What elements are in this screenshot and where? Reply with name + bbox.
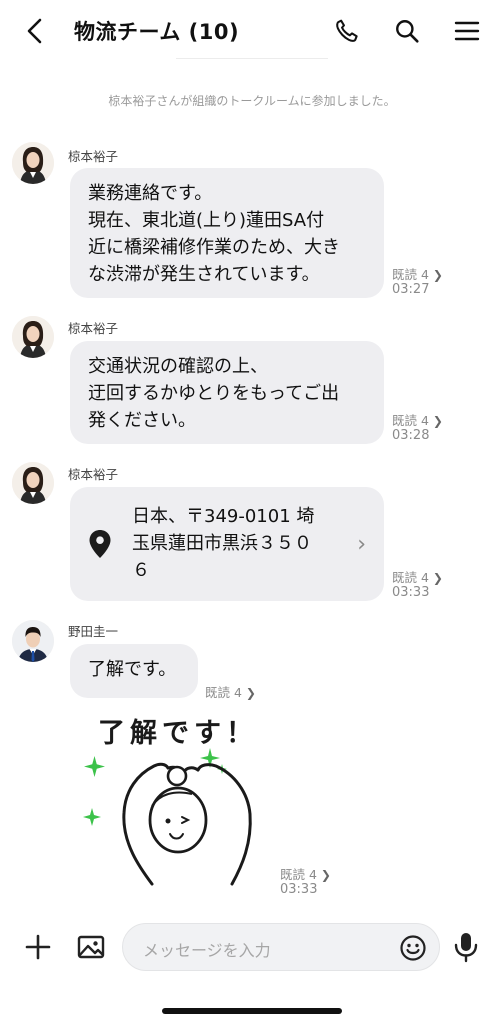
message-input[interactable]: メッセージを入力 (122, 923, 440, 971)
sender-name: 椋本裕子 (68, 149, 119, 164)
read-receipt[interactable]: 既読 4 ❯ (392, 567, 443, 586)
add-button[interactable] (22, 931, 54, 963)
message-line: 業務連絡です。 (88, 183, 213, 204)
back-button[interactable] (18, 14, 52, 48)
message-input-bar: メッセージを入力 (0, 918, 504, 978)
chevron-right-icon: ❯ (432, 571, 443, 585)
message-time: 03:33 (392, 585, 430, 600)
message-line: 迂回するかゆとりをもってご出 (88, 383, 340, 404)
read-receipt[interactable]: 既読 4 ❯ (205, 682, 256, 701)
sender-name: 椋本裕子 (68, 467, 119, 482)
emoji-icon[interactable] (399, 934, 427, 962)
chat-header: 物流チーム (10) (0, 0, 504, 62)
message-line: な渋滞が発生されています。 (88, 264, 320, 285)
message-line: 了解です。 (88, 659, 177, 680)
message-line: 発ください。 (88, 410, 196, 431)
sender-name: 野田圭一 (68, 624, 119, 639)
avatar[interactable] (12, 316, 54, 358)
chevron-right-icon: ❯ (432, 268, 443, 282)
sender-name: 椋本裕子 (68, 321, 119, 336)
message-time: 03:28 (392, 428, 430, 443)
read-receipt[interactable]: 既読 4 ❯ (392, 410, 443, 429)
search-icon (396, 20, 419, 43)
avatar[interactable] (12, 142, 54, 184)
avatar[interactable] (12, 462, 54, 504)
menu-button[interactable] (448, 12, 486, 50)
avatar[interactable] (12, 620, 54, 662)
plus-icon (25, 934, 51, 960)
home-indicator (162, 1008, 342, 1014)
message-bubble[interactable]: 了解です。 (70, 644, 198, 698)
chevron-left-icon (27, 18, 42, 44)
message-bubble[interactable]: 業務連絡です。 現在、東北道(上り)蓮田SA付 近に橋梁補修作業のため、大き な… (70, 168, 384, 298)
map-pin-icon (89, 530, 111, 558)
microphone-icon (454, 933, 478, 963)
message-time: 03:33 (280, 882, 318, 897)
call-button[interactable] (328, 12, 366, 50)
message-line: 近に橋梁補修作業のため、大き (88, 237, 340, 258)
read-receipt[interactable]: 既読 4 ❯ (392, 264, 443, 283)
read-receipt[interactable]: 既読 4 ❯ (280, 864, 331, 883)
address-line: ６ (132, 560, 150, 581)
address-line: 日本、〒349-0101 埼 (132, 506, 315, 527)
message-line: 交通状況の確認の上、 (88, 356, 268, 377)
message-line: 現在、東北道(上り)蓮田SA付 (88, 210, 325, 231)
input-placeholder: メッセージを入力 (143, 941, 271, 960)
location-bubble[interactable]: 日本、〒349-0101 埼 玉県蓮田市黒浜３５０ ６ › (70, 487, 384, 601)
hamburger-menu-icon (454, 21, 480, 41)
sticker-text: 了解です！ (98, 718, 258, 749)
sticker[interactable]: 了解です！ (82, 708, 272, 890)
chevron-right-icon: ❯ (320, 868, 331, 882)
message-time: 03:27 (392, 282, 430, 297)
search-button[interactable] (388, 12, 426, 50)
chevron-right-icon: › (357, 532, 366, 557)
chevron-right-icon: ❯ (432, 414, 443, 428)
image-button[interactable] (76, 932, 106, 962)
message-bubble[interactable]: 交通状況の確認の上、 迂回するかゆとりをもってご出 発ください。 (70, 341, 384, 444)
chevron-right-icon: ❯ (245, 686, 256, 700)
location-address: 日本、〒349-0101 埼 玉県蓮田市黒浜３５０ ６ (132, 503, 372, 584)
image-icon (77, 935, 105, 959)
address-line: 玉県蓮田市黒浜３５０ (132, 533, 312, 554)
phone-icon (336, 19, 358, 42)
chat-title: 物流チーム (10) (74, 20, 240, 44)
microphone-button[interactable] (452, 931, 480, 963)
header-divider (176, 58, 328, 59)
system-message: 椋本裕子さんが組織のトークルームに参加しました。 (108, 94, 396, 108)
